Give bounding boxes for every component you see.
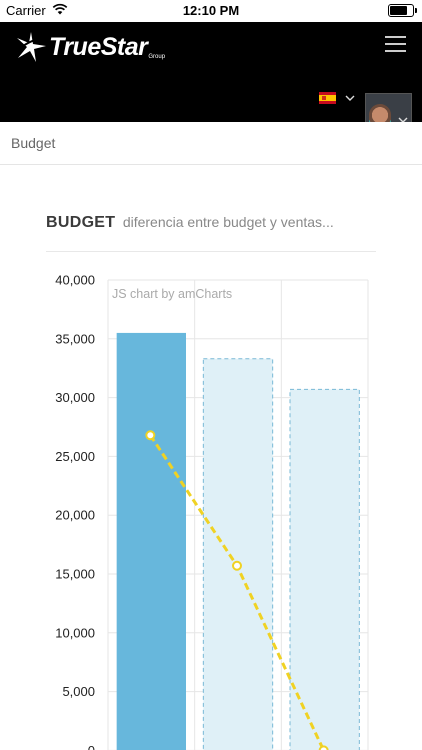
card-title: BUDGET (46, 214, 116, 231)
bar (202, 358, 274, 750)
star-icon (15, 32, 46, 62)
logo-text: TrueStar (49, 33, 148, 61)
y-tick-label: 25,000 (55, 449, 95, 464)
battery-icon (388, 4, 417, 17)
card-header: BUDGET diferencia entre budget y ventas.… (46, 214, 376, 252)
line-point (318, 745, 329, 750)
bar (116, 332, 186, 750)
menu-line (385, 50, 406, 52)
y-axis: 40,000 35,000 30,000 25,000 20,000 15,000 10,0… (55, 273, 95, 750)
y-tick-label: 30,000 (55, 390, 95, 405)
battery-level (390, 6, 407, 15)
truestar-logo[interactable]: TrueStar Group (14, 30, 165, 70)
bar-series (116, 332, 360, 750)
spain-flag-icon (319, 92, 336, 104)
y-tick-label: 10,000 (55, 625, 95, 640)
menu-line (385, 43, 406, 45)
line-point (145, 430, 156, 441)
breadcrumb-current: Budget (11, 135, 56, 151)
logo-subtext: Group (148, 54, 166, 60)
y-tick-label: 35,000 (55, 331, 95, 346)
breadcrumb: Budget (0, 122, 422, 165)
menu-button[interactable] (385, 36, 406, 52)
y-tick-label: 5,000 (62, 684, 95, 699)
bar (289, 388, 360, 750)
chart-credit[interactable]: JS chart by amCharts (112, 287, 232, 301)
status-bar: Carrier 12:10 PM (0, 0, 422, 22)
y-tick-label: 15,000 (55, 567, 95, 582)
clock: 12:10 PM (182, 3, 240, 18)
line-point (232, 560, 242, 571)
app-header: TrueStar Group (0, 22, 422, 142)
y-tick-label: 40,000 (55, 273, 95, 288)
budget-chart[interactable]: 40,000 35,000 30,000 25,000 20,000 15,000 10,0… (0, 264, 422, 750)
y-tick-label: 0 (88, 743, 95, 750)
chevron-down-icon (345, 95, 355, 101)
card-subtitle: diferencia entre budget y ventas... (122, 214, 334, 230)
language-selector[interactable] (319, 92, 356, 104)
y-tick-label: 20,000 (55, 508, 95, 523)
menu-line (385, 36, 406, 38)
